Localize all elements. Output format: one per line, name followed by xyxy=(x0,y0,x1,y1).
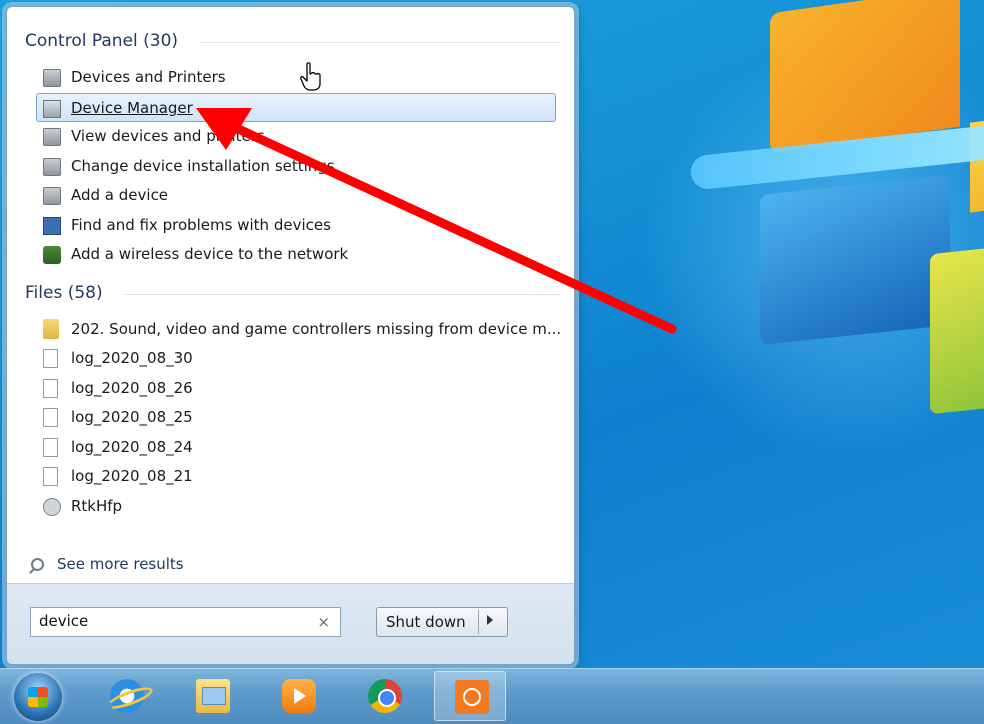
taskbar-internet-explorer[interactable] xyxy=(90,671,162,721)
group-divider xyxy=(125,294,560,295)
taskbar-chrome[interactable] xyxy=(348,671,420,721)
start-button[interactable] xyxy=(14,673,62,721)
result-label: log_2020_08_26 xyxy=(71,379,193,397)
shutdown-button[interactable]: Shut down xyxy=(376,607,508,637)
text-file-icon xyxy=(43,467,58,486)
search-box[interactable]: × xyxy=(30,607,341,637)
group-divider xyxy=(200,42,560,43)
text-file-icon xyxy=(43,379,58,398)
windows-logo-icon xyxy=(28,687,48,707)
search-input[interactable] xyxy=(39,612,309,630)
group-header-files: Files (58) xyxy=(25,283,560,303)
group-header-control-panel: Control Panel (30) xyxy=(25,31,560,51)
taskbar-windows-explorer[interactable] xyxy=(176,671,248,721)
group-title: Files (58) xyxy=(25,283,103,303)
result-label: Add a wireless device to the network xyxy=(71,245,349,263)
screen-capture-icon xyxy=(455,680,489,714)
result-label: Change device installation settings xyxy=(71,157,335,175)
folder-icon xyxy=(43,319,59,339)
group-title: Control Panel (30) xyxy=(25,31,179,51)
result-label: Add a device xyxy=(71,186,169,204)
see-more-label: See more results xyxy=(57,555,184,573)
gear-file-icon xyxy=(43,498,61,516)
result-label: Find and fix problems with devices xyxy=(71,216,331,234)
taskbar-media-player[interactable] xyxy=(262,671,334,721)
hand-cursor-icon xyxy=(300,62,321,91)
result-device-manager[interactable]: Device Manager xyxy=(36,93,556,122)
windows-flag-green-pane xyxy=(930,245,984,415)
magnifier-icon xyxy=(31,558,44,571)
result-label: log_2020_08_24 xyxy=(71,438,193,456)
start-menu: Control Panel (30) Devices and Printers … xyxy=(6,6,575,665)
result-label: log_2020_08_21 xyxy=(71,467,193,485)
troubleshoot-icon xyxy=(43,217,61,235)
result-label: 202. Sound, video and game controllers m… xyxy=(71,320,562,338)
internet-explorer-icon xyxy=(110,679,144,713)
button-divider xyxy=(478,610,479,634)
shutdown-label: Shut down xyxy=(386,613,466,631)
search-results: Control Panel (30) Devices and Printers … xyxy=(15,7,566,585)
text-file-icon xyxy=(43,438,58,457)
taskbar-screen-capture[interactable] xyxy=(434,671,506,721)
result-label: log_2020_08_30 xyxy=(71,349,193,367)
printer-icon xyxy=(43,158,61,176)
result-label: Device Manager xyxy=(71,99,193,117)
printer-icon xyxy=(43,187,61,205)
taskbar xyxy=(0,668,984,724)
device-manager-icon xyxy=(43,100,61,118)
folder-library-icon xyxy=(196,679,230,713)
chrome-icon xyxy=(368,679,402,713)
text-file-icon xyxy=(43,408,58,427)
result-label: Devices and Printers xyxy=(71,68,226,86)
clear-search-icon[interactable]: × xyxy=(317,613,330,631)
printer-icon xyxy=(43,69,61,87)
result-label: RtkHfp xyxy=(71,497,123,515)
media-player-icon xyxy=(282,679,316,713)
result-label: log_2020_08_25 xyxy=(71,408,193,426)
see-more-results-link[interactable]: See more results xyxy=(31,555,184,573)
windows-flag-blue-pane xyxy=(760,175,950,345)
shutdown-options-arrow-icon[interactable] xyxy=(487,615,493,625)
text-file-icon xyxy=(43,349,58,368)
printer-icon xyxy=(43,128,61,146)
wireless-network-icon xyxy=(43,246,61,264)
result-label: View devices and printers xyxy=(71,127,265,145)
